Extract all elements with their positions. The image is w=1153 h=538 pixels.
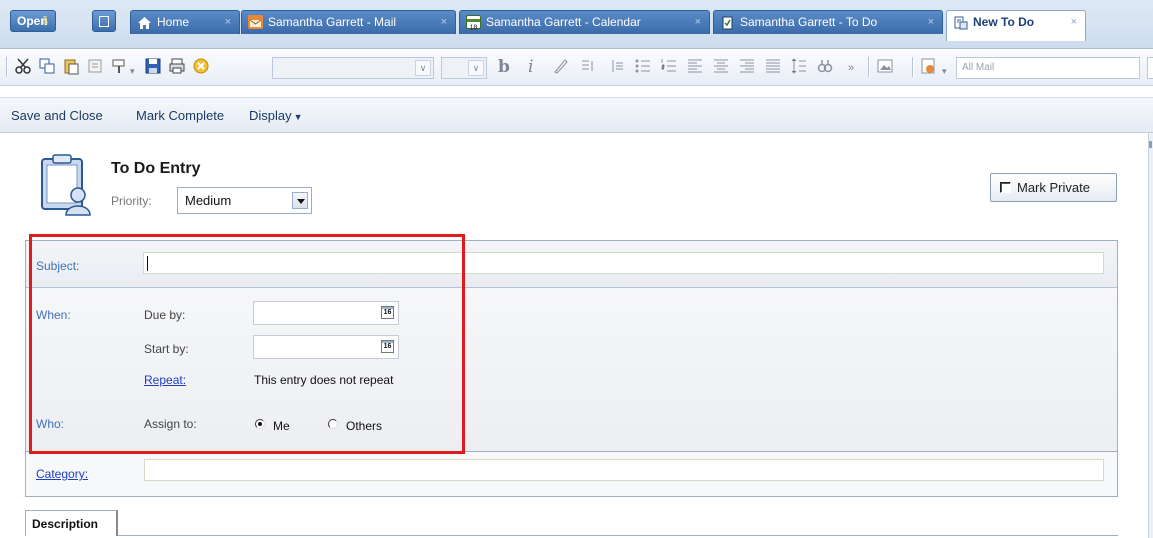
divider xyxy=(118,535,1118,536)
bold-icon[interactable]: b xyxy=(498,57,510,77)
checkbox-icon[interactable] xyxy=(1000,182,1011,193)
align-left-icon[interactable] xyxy=(686,57,704,75)
tab-label: Samantha Garrett - Calendar xyxy=(486,15,641,29)
highlight-pen-icon[interactable] xyxy=(552,57,570,75)
tab-new-todo[interactable]: New To Do × xyxy=(946,10,1086,41)
bullet-list-icon[interactable] xyxy=(634,57,652,75)
close-icon[interactable]: × xyxy=(695,11,701,33)
indent-icon[interactable] xyxy=(608,57,626,75)
search-button[interactable] xyxy=(1147,57,1153,79)
svg-text:18: 18 xyxy=(470,25,478,32)
overflow-chevron-icon[interactable]: » xyxy=(848,58,854,78)
house-icon xyxy=(137,15,152,29)
text-color-icon[interactable] xyxy=(579,57,597,75)
address-book-icon[interactable] xyxy=(920,57,938,75)
action-bar: Save and Close Mark Complete Display ▼ xyxy=(0,97,1153,133)
display-label: Display xyxy=(249,108,292,123)
priority-value: Medium xyxy=(185,193,232,208)
priority-label: Priority: xyxy=(111,194,152,208)
checklist-icon xyxy=(720,15,735,30)
mail-icon xyxy=(248,15,263,29)
italic-icon[interactable]: i xyxy=(528,57,533,77)
todo-window: Open ⇩ Home × Samantha Garrett - Mail × … xyxy=(0,0,1153,538)
new-todo-icon xyxy=(953,15,968,30)
numbered-list-icon[interactable] xyxy=(660,57,678,75)
find-icon[interactable] xyxy=(816,57,834,75)
chevron-down-icon: ∨ xyxy=(415,60,431,76)
font-family-select[interactable]: ∨ xyxy=(272,57,434,79)
page-title: To Do Entry xyxy=(111,160,201,177)
toolbar-separator xyxy=(868,57,870,77)
display-menu-button[interactable]: Display ▼ xyxy=(249,108,303,123)
paste-icon[interactable] xyxy=(62,57,80,75)
tab-home[interactable]: Home × xyxy=(130,10,240,34)
tab-mail[interactable]: Samantha Garrett - Mail × xyxy=(241,10,456,34)
close-icon[interactable]: × xyxy=(928,11,934,33)
category-link[interactable]: Category: xyxy=(36,467,88,481)
tab-label: New To Do xyxy=(973,15,1035,29)
scrollbar[interactable] xyxy=(1148,133,1153,538)
calendar-icon: 18 xyxy=(466,15,481,32)
close-icon[interactable]: × xyxy=(441,11,447,33)
tab-todo[interactable]: Samantha Garrett - To Do × xyxy=(713,10,943,34)
save-icon[interactable] xyxy=(144,57,162,75)
todo-entry-icon xyxy=(41,154,91,216)
copy-icon[interactable] xyxy=(38,57,56,75)
highlight-box xyxy=(29,234,465,454)
font-size-select[interactable]: ∨ xyxy=(441,57,487,79)
line-spacing-icon[interactable] xyxy=(790,57,808,75)
tab-bar: Open ⇩ Home × Samantha Garrett - Mail × … xyxy=(0,0,1153,49)
chevron-down-icon[interactable] xyxy=(292,192,308,209)
dropdown-arrow-icon[interactable]: ▾ xyxy=(130,61,135,81)
tab-calendar[interactable]: 18 Samantha Garrett - Calendar × xyxy=(459,10,710,34)
format-toolbar: ▾ ∨ ∨ b i » ▾ All Mail xyxy=(0,49,1153,86)
align-center-icon[interactable] xyxy=(712,57,730,75)
tab-label: Samantha Garrett - Mail xyxy=(268,15,397,29)
category-input[interactable] xyxy=(144,459,1104,481)
mark-complete-button[interactable]: Mark Complete xyxy=(136,108,224,123)
view-toggle-icon[interactable] xyxy=(92,10,116,32)
close-icon[interactable]: × xyxy=(225,11,231,33)
open-button[interactable]: Open ⇩ xyxy=(10,10,56,32)
paste-special-icon[interactable] xyxy=(86,57,104,75)
caret-down-icon: ▼ xyxy=(293,112,303,122)
justify-icon[interactable] xyxy=(764,57,782,75)
category-row: Category: xyxy=(26,453,1117,496)
tab-label: Samantha Garrett - To Do xyxy=(740,15,878,29)
toolbar-separator xyxy=(6,57,8,77)
tab-label: Home xyxy=(157,15,190,29)
print-icon[interactable] xyxy=(168,57,186,75)
dropdown-arrow-icon[interactable]: ▾ xyxy=(942,61,947,81)
download-arrow-icon: ⇩ xyxy=(39,14,50,28)
priority-select[interactable]: Medium xyxy=(177,187,312,214)
align-right-icon[interactable] xyxy=(738,57,756,75)
chevron-down-icon: ∨ xyxy=(468,60,484,76)
save-and-close-button[interactable]: Save and Close xyxy=(11,108,103,123)
mail-search-input[interactable]: All Mail xyxy=(956,57,1140,79)
format-painter-icon[interactable] xyxy=(110,57,128,75)
insert-image-icon[interactable] xyxy=(876,57,894,75)
close-icon[interactable]: × xyxy=(1071,11,1077,33)
tab-description[interactable]: Description xyxy=(25,510,118,536)
toolbar-separator xyxy=(912,57,914,77)
cut-icon[interactable] xyxy=(14,57,32,75)
mark-private-button[interactable]: Mark Private xyxy=(990,173,1117,202)
cancel-icon[interactable] xyxy=(192,57,210,75)
mark-private-label: Mark Private xyxy=(1017,180,1090,195)
